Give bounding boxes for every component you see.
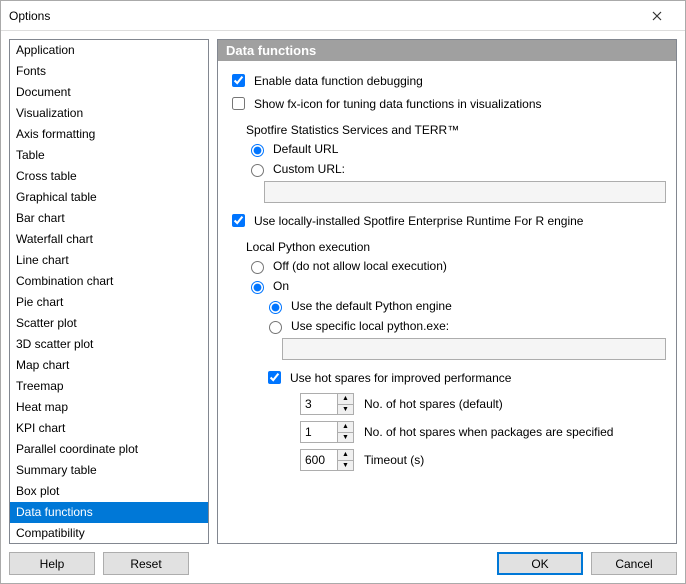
default-url-row: Default URL: [246, 141, 666, 157]
spinner-arrows: ▲ ▼: [337, 450, 353, 470]
help-button[interactable]: Help: [9, 552, 95, 575]
category-item[interactable]: Parallel coordinate plot: [10, 439, 208, 460]
hot-spares-checkbox[interactable]: [268, 371, 281, 384]
left-button-row: Help Reset: [9, 550, 209, 575]
chevron-down-icon[interactable]: ▼: [338, 461, 353, 471]
python-exe-input[interactable]: [282, 338, 666, 360]
chevron-up-icon[interactable]: ▲: [338, 394, 353, 405]
hot-spares-default-spinner[interactable]: ▲ ▼: [300, 393, 354, 415]
panel-title: Data functions: [218, 40, 676, 61]
python-default-engine-radio[interactable]: [269, 301, 282, 314]
hot-spares-row: Use hot spares for improved performance: [264, 368, 666, 387]
python-on-row: On: [246, 278, 666, 294]
chevron-down-icon[interactable]: ▼: [338, 405, 353, 415]
category-item[interactable]: Application: [10, 40, 208, 61]
python-specific-engine-radio[interactable]: [269, 321, 282, 334]
python-group-label: Local Python execution: [246, 240, 666, 254]
hot-spares-pkg-label: No. of hot spares when packages are spec…: [364, 425, 613, 439]
stats-services-group-label: Spotfire Statistics Services and TERR™: [246, 123, 666, 137]
use-local-terr-checkbox[interactable]: [232, 214, 245, 227]
window-title: Options: [9, 9, 637, 23]
close-button[interactable]: [637, 2, 677, 30]
category-item[interactable]: Cross table: [10, 166, 208, 187]
category-item[interactable]: Heat map: [10, 397, 208, 418]
show-fx-row: Show fx-icon for tuning data functions i…: [228, 94, 666, 113]
category-item[interactable]: Line chart: [10, 250, 208, 271]
use-local-terr-row: Use locally-installed Spotfire Enterpris…: [228, 211, 666, 230]
category-item[interactable]: Data functions: [10, 502, 208, 523]
ok-button[interactable]: OK: [497, 552, 583, 575]
enable-debugging-row: Enable data function debugging: [228, 71, 666, 90]
category-item[interactable]: Axis formatting: [10, 124, 208, 145]
category-item[interactable]: Treemap: [10, 376, 208, 397]
spinner-arrows: ▲ ▼: [337, 394, 353, 414]
python-on-label[interactable]: On: [273, 279, 289, 293]
custom-url-input-row: [264, 181, 666, 203]
hot-spares-pkg-spinner[interactable]: ▲ ▼: [300, 421, 354, 443]
custom-url-row: Custom URL:: [246, 161, 666, 177]
python-specific-input-row: [282, 338, 666, 360]
options-dialog: Options ApplicationFontsDocumentVisualiz…: [0, 0, 686, 584]
category-item[interactable]: Bar chart: [10, 208, 208, 229]
custom-url-radio[interactable]: [251, 164, 264, 177]
python-default-engine-label[interactable]: Use the default Python engine: [291, 299, 452, 313]
default-url-radio[interactable]: [251, 144, 264, 157]
python-specific-engine-row: Use specific local python.exe:: [264, 318, 666, 334]
category-item[interactable]: Box plot: [10, 481, 208, 502]
category-item[interactable]: KPI chart: [10, 418, 208, 439]
enable-debugging-checkbox[interactable]: [232, 74, 245, 87]
category-item[interactable]: Pie chart: [10, 292, 208, 313]
category-list[interactable]: ApplicationFontsDocumentVisualizationAxi…: [9, 39, 209, 544]
hot-spares-pkg-row: ▲ ▼ No. of hot spares when packages are …: [300, 421, 666, 443]
python-off-radio[interactable]: [251, 261, 264, 274]
reset-button[interactable]: Reset: [103, 552, 189, 575]
use-local-terr-label[interactable]: Use locally-installed Spotfire Enterpris…: [254, 214, 583, 228]
python-specific-engine-label[interactable]: Use specific local python.exe:: [291, 319, 449, 333]
custom-url-input[interactable]: [264, 181, 666, 203]
timeout-row: ▲ ▼ Timeout (s): [300, 449, 666, 471]
category-item[interactable]: Table: [10, 145, 208, 166]
dialog-body: ApplicationFontsDocumentVisualizationAxi…: [1, 31, 685, 583]
left-column: ApplicationFontsDocumentVisualizationAxi…: [9, 39, 209, 575]
show-fx-label[interactable]: Show fx-icon for tuning data functions i…: [254, 97, 542, 111]
category-item[interactable]: Compatibility: [10, 523, 208, 544]
timeout-input[interactable]: [301, 450, 337, 470]
category-item[interactable]: 3D scatter plot: [10, 334, 208, 355]
python-off-label[interactable]: Off (do not allow local execution): [273, 259, 447, 273]
dialog-button-row: OK Cancel: [217, 544, 677, 575]
python-off-row: Off (do not allow local execution): [246, 258, 666, 274]
right-column: Data functions Enable data function debu…: [217, 39, 677, 575]
enable-debugging-label[interactable]: Enable data function debugging: [254, 74, 423, 88]
settings-panel: Data functions Enable data function debu…: [217, 39, 677, 544]
category-item[interactable]: Combination chart: [10, 271, 208, 292]
hot-spares-label[interactable]: Use hot spares for improved performance: [290, 371, 511, 385]
hot-spares-default-row: ▲ ▼ No. of hot spares (default): [300, 393, 666, 415]
chevron-down-icon[interactable]: ▼: [338, 433, 353, 443]
default-url-label[interactable]: Default URL: [273, 142, 338, 156]
hot-spares-default-label: No. of hot spares (default): [364, 397, 503, 411]
category-item[interactable]: Fonts: [10, 61, 208, 82]
category-item[interactable]: Graphical table: [10, 187, 208, 208]
chevron-up-icon[interactable]: ▲: [338, 422, 353, 433]
spinner-arrows: ▲ ▼: [337, 422, 353, 442]
close-icon: [652, 11, 662, 21]
python-on-radio[interactable]: [251, 281, 264, 294]
category-item[interactable]: Map chart: [10, 355, 208, 376]
category-item[interactable]: Visualization: [10, 103, 208, 124]
hot-spares-pkg-input[interactable]: [301, 422, 337, 442]
titlebar: Options: [1, 1, 685, 31]
show-fx-checkbox[interactable]: [232, 97, 245, 110]
custom-url-label[interactable]: Custom URL:: [273, 162, 345, 176]
timeout-label: Timeout (s): [364, 453, 424, 467]
python-default-engine-row: Use the default Python engine: [264, 298, 666, 314]
timeout-spinner[interactable]: ▲ ▼: [300, 449, 354, 471]
category-item[interactable]: Document: [10, 82, 208, 103]
category-item[interactable]: Waterfall chart: [10, 229, 208, 250]
hot-spares-default-input[interactable]: [301, 394, 337, 414]
category-item[interactable]: Summary table: [10, 460, 208, 481]
chevron-up-icon[interactable]: ▲: [338, 450, 353, 461]
cancel-button[interactable]: Cancel: [591, 552, 677, 575]
panel-body: Enable data function debugging Show fx-i…: [218, 61, 676, 543]
category-item[interactable]: Scatter plot: [10, 313, 208, 334]
